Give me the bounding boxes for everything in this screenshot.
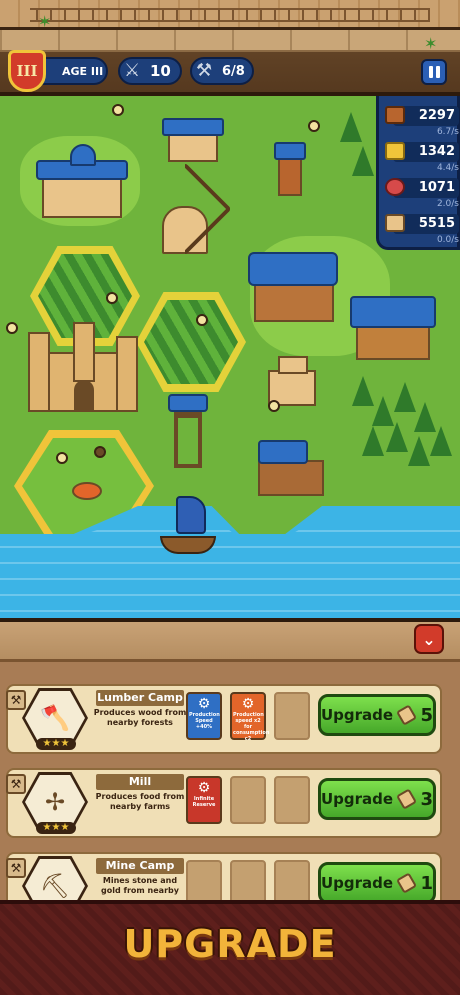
- building-description: Produces wood from nearby forests: [93, 708, 187, 727]
- age-label: AGE III: [62, 64, 104, 78]
- banner-title: UPGRADE: [123, 922, 337, 966]
- resource-rate: 4.4/s: [436, 163, 459, 173]
- pine-tree: [372, 396, 394, 426]
- decorative-band: [0, 0, 460, 30]
- upgrade-card-mill: ⚒ ✢ ★★★ Mill Produces food from nearby f…: [6, 768, 442, 838]
- pine-tree: [394, 382, 416, 412]
- castle-building[interactable]: [28, 322, 140, 422]
- boost-slot[interactable]: ⚙ Production Speed +40%: [186, 692, 222, 740]
- sword-icon: ⚔: [124, 60, 141, 81]
- villager-worker[interactable]: [268, 400, 280, 412]
- builders-counter[interactable]: ⚒ 6/8: [190, 57, 254, 85]
- palm-icon: ✶: [38, 12, 52, 31]
- upgrade-panel-header: [0, 618, 460, 662]
- villager-worker: [94, 446, 106, 458]
- villager-worker[interactable]: [6, 322, 18, 334]
- star-rating: ★★★: [36, 822, 76, 834]
- building-name: Mine Camp: [96, 858, 184, 874]
- resource-panel: 2297 6.7/s 1342 4.4/s 1071 2.0/s 5515 0.…: [376, 96, 460, 250]
- farm-field[interactable]: [136, 292, 246, 392]
- pine-tree: [414, 402, 436, 432]
- storage-building[interactable]: [160, 110, 230, 170]
- villager-worker[interactable]: [106, 292, 118, 304]
- chevron-down-icon: ⌄: [422, 629, 436, 649]
- greek-pattern: [30, 8, 430, 22]
- resource-rate: 2.0/s: [436, 199, 459, 209]
- gear-plus-icon: ⚙: [197, 780, 211, 796]
- pine-tree: [340, 112, 362, 142]
- palm-icon: ✶: [424, 34, 438, 53]
- boost-slot[interactable]: ⚙ Infinite Reserve: [186, 776, 222, 824]
- crossed-tools-icon: ⚒: [6, 858, 26, 878]
- upgrade-card-lumber-camp: ⚒ 🪓 ★★★ Lumber Camp Produces wood from n…: [6, 684, 442, 754]
- workshop-building[interactable]: [244, 246, 344, 336]
- building-description: Mines stone and gold from nearby: [101, 876, 179, 895]
- scroll-icon: [396, 704, 418, 726]
- age-numeral: III: [16, 62, 38, 80]
- watchtower-building[interactable]: [166, 394, 210, 474]
- hammer-icon: ⚒: [196, 60, 213, 81]
- resource-meat: 1071 2.0/s: [385, 176, 459, 212]
- campfire-icon: [72, 482, 102, 500]
- star-rating: ★★★: [36, 738, 76, 750]
- resource-rate: 0.0/s: [436, 235, 459, 245]
- villager-worker: [56, 452, 68, 464]
- pine-tree: [362, 426, 384, 456]
- axe-icon: 🪓: [25, 691, 85, 745]
- resource-gold: 1342 4.4/s: [385, 140, 459, 176]
- villager-worker[interactable]: [112, 104, 124, 116]
- building-name: Mill: [96, 774, 184, 790]
- upgrade-button[interactable]: Upgrade 3: [318, 778, 436, 820]
- warehouse-building[interactable]: [346, 292, 442, 372]
- crossed-tools-icon: ⚒: [6, 774, 26, 794]
- boost-slot-empty[interactable]: [230, 776, 266, 824]
- pause-icon: [428, 66, 433, 78]
- sawmill-building[interactable]: [248, 136, 328, 216]
- crossed-tools-icon: ⚒: [6, 690, 26, 710]
- building-description: Produces food from nearby farms: [95, 792, 185, 811]
- windmill-icon: ✢: [25, 775, 85, 829]
- resource-scroll: 5515 0.0/s: [385, 212, 459, 248]
- meat-icon: [385, 178, 405, 196]
- pause-button[interactable]: [421, 59, 447, 85]
- stone-wall: [0, 30, 460, 52]
- gear-plus-icon: ⚙: [197, 696, 211, 712]
- gear-plus-icon: ⚙: [241, 696, 255, 712]
- gold-icon: [385, 142, 405, 160]
- pine-tree: [386, 422, 408, 452]
- pine-tree: [352, 376, 374, 406]
- soldiers-counter[interactable]: ⚔ 10: [118, 57, 182, 85]
- observatory-building[interactable]: [32, 144, 132, 224]
- age-shield-icon: III: [8, 50, 46, 92]
- scroll-icon: [385, 214, 405, 232]
- top-hud: ✶ ✶ AGE III III ⚔ 10 ⚒ 6/8: [0, 0, 460, 96]
- upgrade-button[interactable]: Upgrade 5: [318, 694, 436, 736]
- soldiers-count: 10: [150, 62, 171, 80]
- scroll-icon: [396, 872, 418, 894]
- builders-count: 6/8: [222, 63, 245, 79]
- boost-slot-empty[interactable]: [274, 692, 310, 740]
- boost-slot-empty[interactable]: [274, 776, 310, 824]
- windmill-building[interactable]: [138, 162, 232, 266]
- upgrade-list[interactable]: ⚒ 🪓 ★★★ Lumber Camp Produces wood from n…: [0, 662, 460, 922]
- sailboat[interactable]: [160, 496, 216, 566]
- villager-worker[interactable]: [308, 120, 320, 132]
- resource-wood: 2297 6.7/s: [385, 104, 459, 140]
- wood-icon: [385, 106, 405, 124]
- upgrade-button[interactable]: Upgrade 1: [318, 862, 436, 904]
- pine-tree: [408, 436, 430, 466]
- boost-slot[interactable]: ⚙ Production speed x2 for consumption c2: [230, 692, 269, 742]
- collapse-panel-button[interactable]: ⌄: [414, 624, 444, 654]
- resource-rate: 6.7/s: [436, 127, 459, 137]
- scroll-icon: [396, 788, 418, 810]
- building-name: Lumber Camp: [96, 690, 184, 706]
- fishing-dock-building[interactable]: [252, 436, 332, 516]
- pine-tree: [352, 146, 374, 176]
- villager-worker[interactable]: [196, 314, 208, 326]
